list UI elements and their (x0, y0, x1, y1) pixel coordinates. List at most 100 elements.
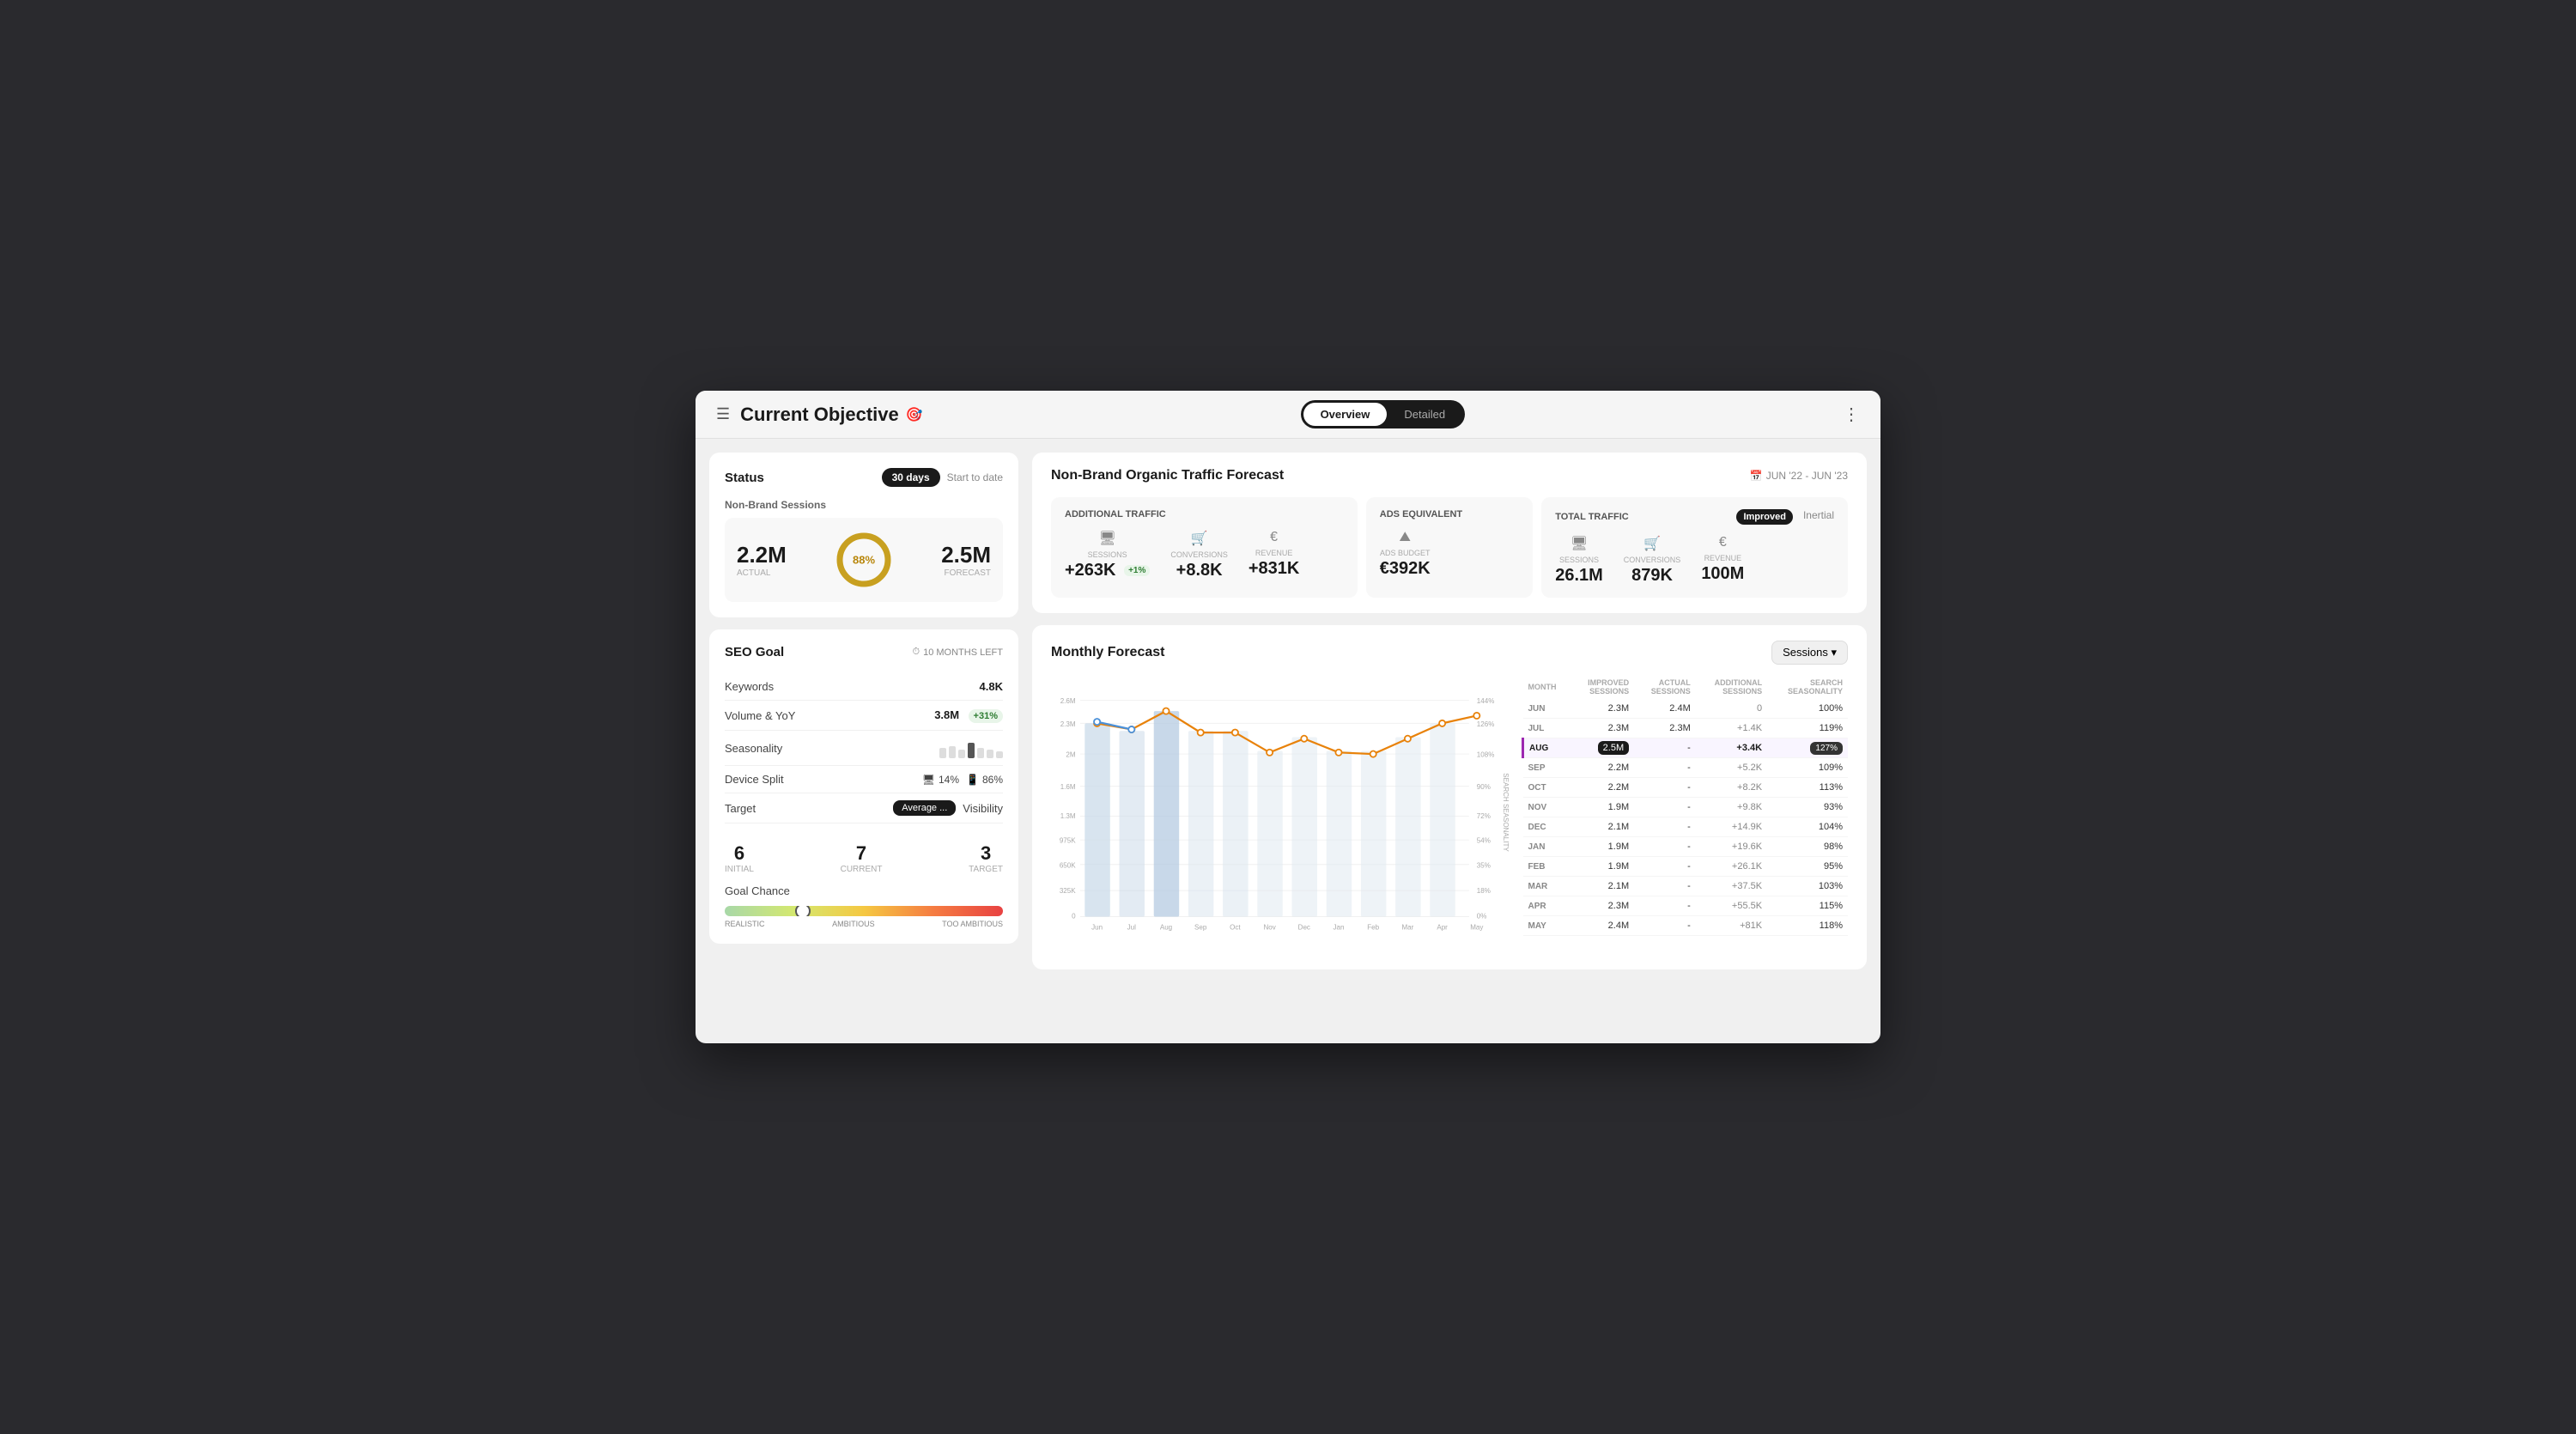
forecast-sessions: 2.5M FORECAST (941, 542, 991, 578)
cell-month: SEP (1523, 758, 1571, 778)
seasonality-row: Seasonality (725, 731, 1003, 766)
col-additional: ADDITIONALSESSIONS (1696, 675, 1767, 699)
donut-chart: 88% (834, 530, 894, 590)
total-conv-val: 879K (1624, 566, 1681, 586)
volume-value: 3.8M +31% (934, 708, 1003, 723)
cell-additional: +55.5K (1696, 896, 1767, 916)
cell-seasonality: 103% (1767, 877, 1848, 896)
actual-sessions: 2.2M ACTUAL (737, 542, 787, 578)
target-row: Target Average ... Visibility (725, 793, 1003, 823)
volume-label: Volume & YoY (725, 709, 795, 722)
forecast-header: Non-Brand Organic Traffic Forecast 📅 JUN… (1051, 468, 1848, 483)
vis-initial-num: 6 (725, 842, 754, 865)
tab-detailed[interactable]: Detailed (1387, 403, 1462, 426)
table-row: FEB 1.9M - +26.1K 95% (1523, 857, 1849, 877)
volume-badge: +31% (969, 709, 1003, 723)
season-bar-1 (939, 748, 946, 758)
revenue-sublabel: REVENUE (1249, 549, 1300, 557)
season-bar-7 (996, 751, 1003, 758)
cell-improved: 2.3M (1571, 699, 1634, 719)
view-tabs: Overview Detailed (1301, 400, 1466, 428)
sessions-badge: +1% (1124, 565, 1150, 576)
cell-actual: - (1634, 738, 1696, 758)
app-window: ☰ Current Objective 🎯 Overview Detailed … (696, 391, 1880, 1043)
svg-text:126%: 126% (1477, 720, 1495, 728)
cell-improved: 2.2M (1571, 758, 1634, 778)
season-bar-5 (977, 748, 984, 758)
table-row: APR 2.3M - +55.5K 115% (1523, 896, 1849, 916)
sessions-label: Non-Brand Sessions (725, 499, 1003, 511)
vis-target-label: TARGET (969, 865, 1003, 874)
svg-text:Jan: Jan (1334, 924, 1345, 932)
chance-bar (725, 906, 1003, 916)
cell-actual: - (1634, 778, 1696, 798)
svg-text:SEARCH SEASONALITY: SEARCH SEASONALITY (1502, 773, 1510, 852)
monthly-body: 2.6M 2.3M 2M 1.6M 1.3M 975K 650K 325K 0 (1051, 675, 1848, 954)
cell-month: JUL (1523, 719, 1571, 738)
svg-text:90%: 90% (1477, 783, 1491, 791)
season-bar-4 (968, 743, 975, 758)
svg-text:650K: 650K (1060, 861, 1076, 869)
keywords-value: 4.8K (980, 680, 1003, 693)
svg-text:0%: 0% (1477, 912, 1487, 920)
cell-improved: 2.1M (1571, 817, 1634, 837)
total-rev-icon: € (1701, 535, 1744, 550)
tab-overview[interactable]: Overview (1303, 403, 1388, 426)
right-panel: Non-Brand Organic Traffic Forecast 📅 JUN… (1032, 453, 1867, 969)
cell-improved: 2.1M (1571, 877, 1634, 896)
conversions-icon: 🛒 (1170, 530, 1228, 547)
cell-seasonality: 115% (1767, 896, 1848, 916)
cell-month: NOV (1523, 798, 1571, 817)
donut-container: 88% (787, 530, 941, 590)
vis-target: 3 TARGET (969, 842, 1003, 874)
ads-title: Ads Equivalent (1380, 509, 1519, 520)
cell-month: JAN (1523, 837, 1571, 857)
sessions-section: 2.2M ACTUAL 88% 2.5M (725, 518, 1003, 602)
target-badges: Average ... Visibility (893, 800, 1003, 816)
cell-improved: 2.4M (1571, 916, 1634, 936)
seo-title: SEO Goal (725, 645, 784, 659)
days-badge[interactable]: 30 days (882, 468, 940, 487)
cell-actual: 2.3M (1634, 719, 1696, 738)
svg-text:1.6M: 1.6M (1060, 783, 1076, 791)
improved-badge[interactable]: Improved (1736, 509, 1793, 525)
col-actual: ACTUALSESSIONS (1634, 675, 1696, 699)
monthly-chart: 2.6M 2.3M 2M 1.6M 1.3M 975K 650K 325K 0 (1051, 675, 1511, 950)
svg-text:Apr: Apr (1437, 924, 1448, 932)
svg-text:1.3M: 1.3M (1060, 812, 1076, 820)
svg-text:54%: 54% (1477, 837, 1491, 845)
table-row: MAY 2.4M - +81K 118% (1523, 916, 1849, 936)
svg-text:Nov: Nov (1263, 924, 1275, 932)
svg-text:2.6M: 2.6M (1060, 697, 1076, 705)
chance-labels: REALISTIC AMBITIOUS TOO AMBITIOUS (725, 920, 1003, 928)
cell-actual: - (1634, 857, 1696, 877)
svg-text:35%: 35% (1477, 861, 1491, 869)
cell-month: FEB (1523, 857, 1571, 877)
cell-seasonality: 100% (1767, 699, 1848, 719)
svg-text:108%: 108% (1477, 751, 1495, 759)
cell-additional: 0 (1696, 699, 1767, 719)
cell-actual: - (1634, 798, 1696, 817)
cell-additional: +5.2K (1696, 758, 1767, 778)
ads-budget-metric: ⛰ ADS BUDGET €392K (1380, 530, 1431, 579)
monthly-table: MONTH IMPROVEDSESSIONS ACTUALSESSIONS AD… (1522, 675, 1848, 954)
cell-additional: +9.8K (1696, 798, 1767, 817)
sessions-dropdown[interactable]: Sessions ▾ (1771, 641, 1848, 665)
svg-text:2M: 2M (1066, 751, 1075, 759)
svg-text:18%: 18% (1477, 887, 1491, 895)
non-brand-forecast-card: Non-Brand Organic Traffic Forecast 📅 JUN… (1032, 453, 1867, 613)
vis-initial-label: INITIAL (725, 865, 754, 874)
cell-additional: +3.4K (1696, 738, 1767, 758)
conversions-metric: 🛒 CONVERSIONS +8.8K (1170, 530, 1228, 580)
cell-month: AUG (1523, 738, 1571, 758)
more-options-icon[interactable]: ⋮ (1843, 404, 1860, 425)
sessions-sublabel: SESSIONS (1065, 550, 1150, 559)
total-conv-sub: CONVERSIONS (1624, 556, 1681, 564)
forecast-value: 2.5M (941, 542, 991, 568)
goal-chance-label: Goal Chance (725, 884, 1003, 897)
col-month: MONTH (1523, 675, 1571, 699)
table-row: SEP 2.2M - +5.2K 109% (1523, 758, 1849, 778)
target-badge[interactable]: Average ... (893, 800, 956, 816)
menu-icon[interactable]: ☰ (716, 405, 730, 423)
desktop-split: 🖥 14% (922, 774, 959, 786)
